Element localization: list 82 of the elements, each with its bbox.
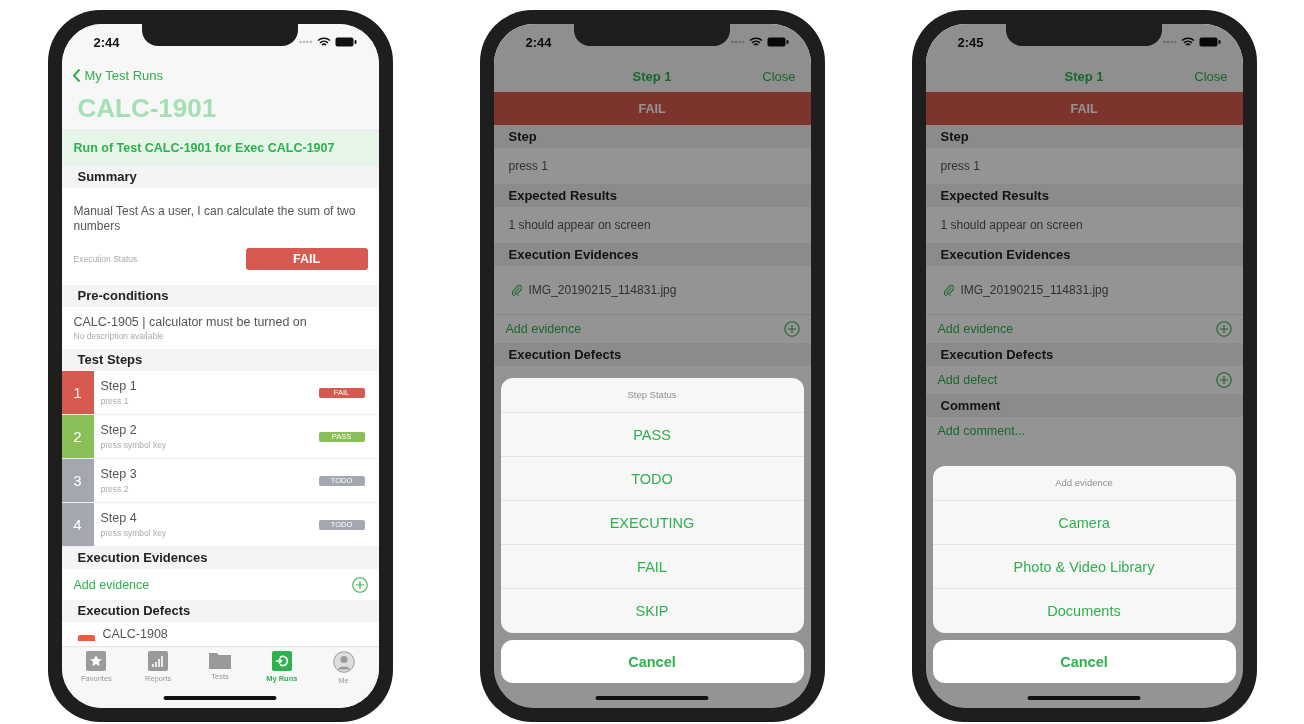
action-link[interactable]: Add evidence (505, 322, 582, 336)
wifi-icon (316, 37, 331, 47)
section-header: Execution Defects (61, 600, 379, 622)
step-number: 2 (61, 415, 94, 458)
step-name: Step 3 (100, 467, 138, 481)
file-name[interactable]: IMG_20190215_114831.jpg (960, 283, 1109, 297)
signal-icon (298, 40, 313, 44)
add-icon[interactable] (351, 576, 368, 593)
step-name: Step 2 (100, 423, 138, 437)
action-link[interactable]: Add defect (937, 373, 998, 387)
section-header: Comment (925, 394, 1243, 417)
precondition-title: CALC-1905 | calculator must be turned on (73, 315, 308, 329)
signal-icon (730, 40, 745, 44)
defect-key[interactable]: CALC-1908 (102, 627, 168, 641)
file-name[interactable]: IMG_20190215_114831.jpg (528, 283, 677, 297)
sheet-option[interactable]: Camera (932, 501, 1236, 545)
sheet-option[interactable]: SKIP (500, 589, 804, 633)
summary-text: Manual Test As a user, I can calculate the sum of two numbers (73, 204, 357, 234)
battery-icon (766, 37, 789, 47)
sheet-option[interactable]: FAIL (500, 545, 804, 589)
sheet-title: Step Status (500, 378, 804, 413)
battery-icon (334, 37, 357, 47)
status-button[interactable]: FAIL (245, 248, 368, 270)
signal-icon (1162, 40, 1177, 44)
step-action: press symbol key (100, 440, 168, 450)
step-name: Step 4 (100, 511, 138, 525)
status-time: 2:44 (525, 34, 552, 50)
run-banner: Run of Test CALC-1901 for Exec CALC-1907 (61, 131, 379, 166)
wifi-icon (1180, 37, 1195, 47)
cancel-button[interactable]: Cancel (932, 640, 1236, 683)
screen-title: Step 1 (632, 68, 672, 84)
section-header: Step (493, 125, 811, 148)
close-button[interactable]: Close (762, 68, 796, 84)
add-icon[interactable] (1215, 372, 1232, 388)
paperclip-icon (943, 284, 954, 296)
section-header: Execution Evidences (61, 547, 379, 569)
step-number: 4 (61, 503, 94, 546)
sheet-option[interactable]: PASS (500, 413, 804, 457)
chevron-left-icon (71, 67, 81, 83)
bar-chart-icon (148, 651, 169, 671)
step-number: 1 (61, 371, 94, 414)
section-header: Test Steps (61, 349, 379, 371)
status-time: 2:44 (93, 34, 120, 50)
section-header: Expected Results (925, 184, 1243, 207)
status-time: 2:45 (957, 34, 984, 50)
back-link[interactable]: My Test Runs (71, 67, 163, 83)
section-header: Execution Defects (493, 343, 811, 366)
section-header: Execution Defects (925, 343, 1243, 366)
section-header: Summary (61, 166, 379, 188)
sheet-option[interactable]: TODO (500, 457, 804, 501)
close-button[interactable]: Close (1194, 68, 1228, 84)
status-label: Execution Status (73, 254, 138, 264)
section-header: Step (925, 125, 1243, 148)
status-bar-button[interactable]: FAIL (925, 92, 1243, 125)
add-icon[interactable] (1215, 321, 1232, 337)
step-number: 3 (61, 459, 94, 502)
cancel-button[interactable]: Cancel (500, 640, 804, 683)
step-action: press 2 (100, 484, 130, 494)
battery-icon (1198, 37, 1221, 47)
section-header: Expected Results (493, 184, 811, 207)
step-action: press symbol key (100, 528, 168, 538)
section-header: Execution Evidences (493, 243, 811, 266)
person-icon (332, 651, 355, 673)
page-title: CALC-1901 (61, 90, 379, 131)
sheet-title: Add evidence (932, 466, 1236, 501)
action-link[interactable]: Add evidence (937, 322, 1014, 336)
sheet-option[interactable]: Documents (932, 589, 1236, 633)
status-bar-button[interactable]: FAIL (493, 92, 811, 125)
step-name: Step 1 (100, 379, 138, 393)
section-header: Pre-conditions (61, 285, 379, 307)
section-header: Execution Evidences (925, 243, 1243, 266)
precondition-description: No description available (73, 331, 165, 341)
sheet-option[interactable]: EXECUTING (500, 501, 804, 545)
folder-icon (209, 651, 231, 669)
paperclip-icon (511, 284, 522, 296)
action-link[interactable]: Add comment... (937, 424, 1026, 438)
add-icon[interactable] (783, 321, 800, 337)
screen-title: Step 1 (1064, 68, 1104, 84)
sheet-option[interactable]: Photo & Video Library (932, 545, 1236, 589)
wifi-icon (748, 37, 763, 47)
add-evidence-link[interactable]: Add evidence (73, 577, 150, 592)
step-action: press 1 (100, 396, 130, 406)
